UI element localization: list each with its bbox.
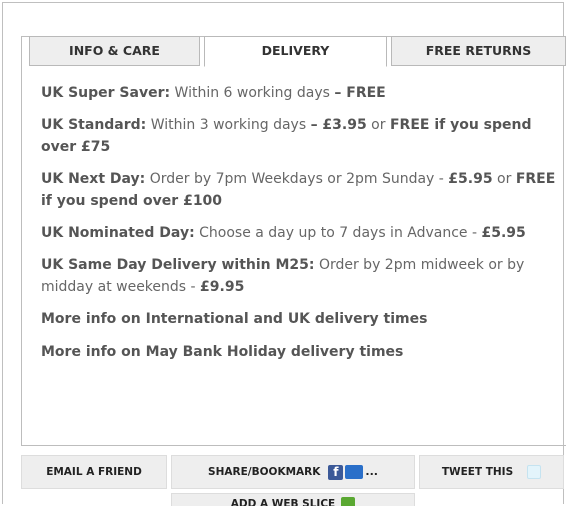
option-desc: Within 3 working days <box>146 117 311 133</box>
social-bookmark-icon[interactable] <box>345 465 364 479</box>
web-slice-button[interactable]: ADD A WEB SLICE <box>171 493 415 506</box>
option-desc: Choose a day up to 7 days in Advance - <box>194 225 482 241</box>
option-price: FREE <box>341 85 386 101</box>
super-saver-option: UK Super Saver: Within 6 working days – … <box>41 82 561 104</box>
share-more-label[interactable]: ... <box>365 465 378 478</box>
tab-free-returns[interactable]: FREE RETURNS <box>391 36 566 66</box>
international-delivery-link[interactable]: More info on International and UK delive… <box>41 308 561 330</box>
web-slice-label: ADD A WEB SLICE <box>230 498 336 506</box>
email-friend-button[interactable]: EMAIL A FRIEND <box>21 455 167 489</box>
option-name: UK Super Saver: <box>41 85 171 101</box>
standard-option: UK Standard: Within 3 working days – £3.… <box>41 114 561 158</box>
option-price: £3.95 <box>317 117 367 133</box>
option-desc: Within 6 working days <box>170 85 335 101</box>
option-price: £5.95 <box>448 171 493 187</box>
tab-info-care[interactable]: INFO & CARE <box>29 36 200 66</box>
share-bookmark-button[interactable]: SHARE/BOOKMARK f... <box>171 455 415 489</box>
tweet-this-button[interactable]: TWEET THIS <box>419 455 564 489</box>
option-price: £5.95 <box>481 225 526 241</box>
option-separator: – <box>310 117 318 133</box>
option-name: UK Same Day Delivery within M25: <box>41 257 315 273</box>
option-desc: Order by 7pm Weekdays or 2pm Sunday - <box>145 171 449 187</box>
bank-holiday-delivery-link[interactable]: More info on May Bank Holiday delivery t… <box>41 341 561 363</box>
email-friend-label: EMAIL A FRIEND <box>46 466 142 478</box>
webslice-icon <box>341 497 356 506</box>
facebook-icon[interactable]: f <box>328 464 344 480</box>
option-name: UK Next Day: <box>41 171 146 187</box>
nominated-day-option: UK Nominated Day: Choose a day up to 7 d… <box>41 222 561 244</box>
tab-delivery[interactable]: DELIVERY <box>204 36 387 67</box>
share-bookmark-label: SHARE/BOOKMARK <box>208 466 321 478</box>
option-name: UK Standard: <box>41 117 147 133</box>
option-price: £9.95 <box>200 279 245 295</box>
twitter-icon <box>527 465 542 479</box>
option-or: or <box>492 171 516 187</box>
tweet-this-label: TWEET THIS <box>441 466 514 478</box>
option-or: or <box>366 117 390 133</box>
delivery-content: UK Super Saver: Within 6 working days – … <box>41 82 561 374</box>
option-name: UK Nominated Day: <box>41 225 195 241</box>
same-day-option: UK Same Day Delivery within M25: Order b… <box>41 254 561 298</box>
next-day-option: UK Next Day: Order by 7pm Weekdays or 2p… <box>41 168 561 212</box>
